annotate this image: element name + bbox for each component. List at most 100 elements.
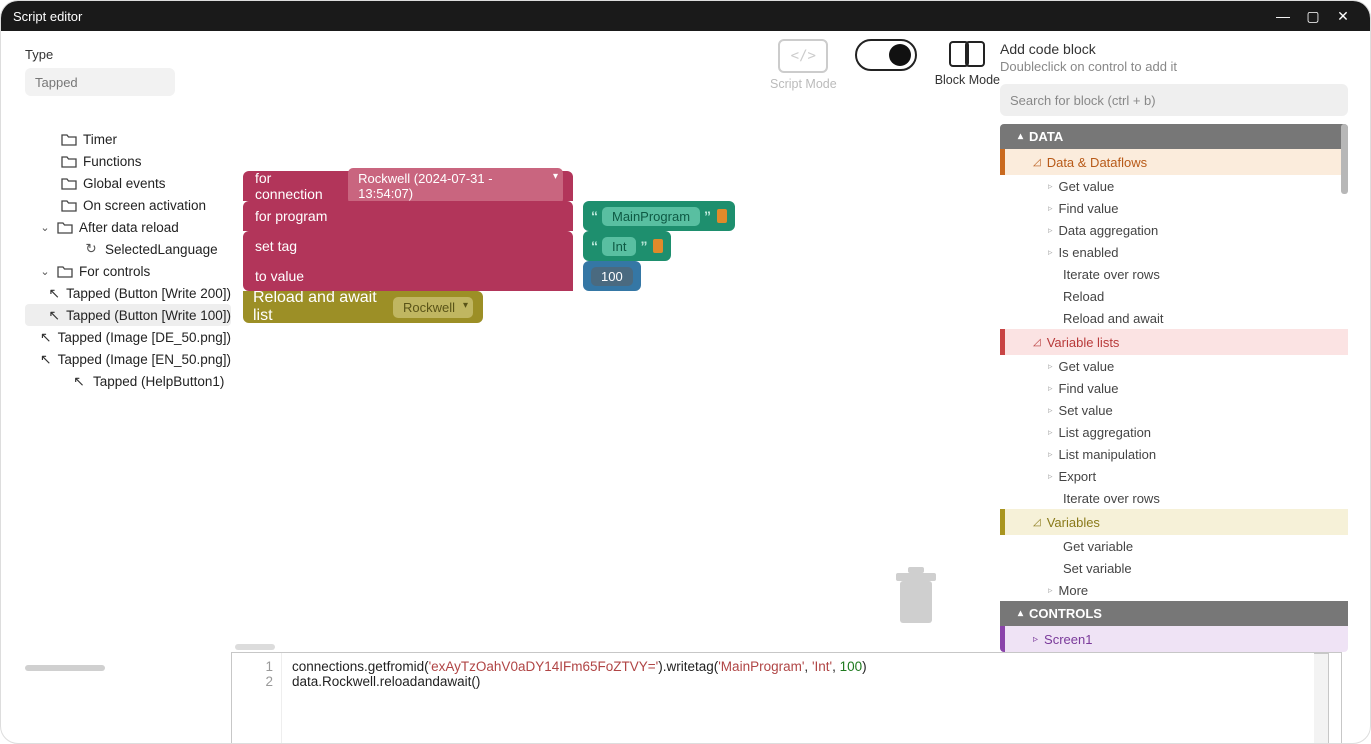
- sub-label: Screen1: [1044, 632, 1092, 647]
- leaf-is-enabled[interactable]: ▹Is enabled: [1000, 241, 1348, 263]
- leaf-find-value[interactable]: ▹Find value: [1000, 197, 1348, 219]
- sub-label: Variable lists: [1047, 335, 1120, 350]
- connector-nub: [653, 239, 663, 253]
- leaf-get-value[interactable]: ▹Get value: [1000, 175, 1348, 197]
- tri-icon: ▹: [1048, 203, 1053, 214]
- tree-hscroll[interactable]: [25, 665, 215, 671]
- quote-icon: “: [591, 208, 598, 224]
- block-palette-panel: Add code block Doubleclick on control to…: [1000, 31, 1370, 652]
- tree-selected-language[interactable]: ↻SelectedLanguage: [25, 238, 231, 260]
- type-input[interactable]: [25, 68, 175, 96]
- cursor-icon: ↖: [40, 351, 52, 368]
- block-label: Reload and await list: [253, 289, 385, 325]
- program-value[interactable]: MainProgram: [602, 207, 700, 226]
- triangle-icon: ◿: [1033, 337, 1041, 348]
- code-editor[interactable]: 12 connections.getfromid('exAyTzOahV0aDY…: [231, 652, 1342, 744]
- folder-icon: [57, 220, 73, 234]
- leaf-data-aggregation[interactable]: ▹Data aggregation: [1000, 219, 1348, 241]
- tri-icon: ▹: [1048, 449, 1053, 460]
- tree-item-label: On screen activation: [83, 198, 206, 213]
- block-for-connection[interactable]: for connection Rockwell (2024-07-31 - 13…: [243, 171, 573, 201]
- palette-scrollbar[interactable]: [1341, 124, 1348, 194]
- palette-list[interactable]: ▴DATA ◿Data & Dataflows ▹Get value ▹Find…: [1000, 124, 1348, 652]
- block-reload-await[interactable]: Reload and await list Rockwell: [243, 291, 483, 323]
- block-label: set tag: [255, 238, 297, 254]
- leaf-reload-await[interactable]: Reload and await: [1000, 307, 1348, 329]
- category-data[interactable]: ▴DATA: [1000, 124, 1348, 149]
- tree-for-controls[interactable]: ⌄For controls: [25, 260, 231, 282]
- number-value-block[interactable]: 100: [583, 261, 641, 291]
- palette-title: Add code block: [1000, 41, 1348, 57]
- tri-icon: ▹: [1048, 471, 1053, 482]
- connector-nub: [717, 209, 727, 223]
- tag-value[interactable]: Int: [602, 237, 636, 256]
- cursor-icon: ↖: [40, 329, 52, 346]
- mode-toggle[interactable]: [855, 39, 917, 71]
- tree-item-label: Functions: [83, 154, 142, 169]
- reload-target-dropdown[interactable]: Rockwell: [393, 297, 473, 318]
- block-set-tag[interactable]: set tag “ Int ”: [243, 231, 573, 261]
- block-mode-label: Block Mode: [935, 73, 1000, 87]
- leaf-vl-set[interactable]: ▹Set value: [1000, 399, 1348, 421]
- reload-icon: ↻: [83, 241, 99, 257]
- category-controls[interactable]: ▴CONTROLS: [1000, 601, 1348, 626]
- sub-data-dataflows[interactable]: ◿Data & Dataflows: [1000, 149, 1348, 175]
- leaf-reload[interactable]: Reload: [1000, 285, 1348, 307]
- block-for-program[interactable]: for program “ MainProgram ”: [243, 201, 573, 231]
- folder-icon: [61, 176, 77, 190]
- tree-after-data-reload[interactable]: ⌄After data reload: [25, 216, 231, 238]
- tree-item-label: Tapped (Button [Write 200]): [66, 286, 231, 301]
- cursor-icon: ↖: [48, 307, 60, 324]
- leaf-var-more[interactable]: ▹More: [1000, 579, 1348, 601]
- leaf-vl-export[interactable]: ▹Export: [1000, 465, 1348, 487]
- connection-dropdown[interactable]: Rockwell (2024-07-31 - 13:54:07): [348, 168, 563, 204]
- block-stack[interactable]: for connection Rockwell (2024-07-31 - 13…: [243, 171, 573, 323]
- leaf-var-set[interactable]: Set variable: [1000, 557, 1348, 579]
- minimize-button[interactable]: —: [1268, 8, 1298, 24]
- left-panel: Type Timer Functions Global events On sc…: [1, 31, 231, 652]
- leaf-var-get[interactable]: Get variable: [1000, 535, 1348, 557]
- titlebar: Script editor — ▢ ✕: [1, 1, 1370, 31]
- triangle-up-icon: ▴: [1018, 608, 1023, 619]
- number-value[interactable]: 100: [591, 267, 633, 286]
- resize-handle[interactable]: [235, 644, 275, 650]
- block-search-input[interactable]: Search for block (ctrl + b): [1000, 84, 1348, 116]
- close-window-button[interactable]: ✕: [1328, 8, 1358, 25]
- tree-tapped-de50[interactable]: ↖ Tapped (Image [DE_50.png]): [25, 326, 231, 348]
- sub-variables[interactable]: ◿Variables: [1000, 509, 1348, 535]
- tri-icon: ▹: [1048, 361, 1053, 372]
- tree-item-label: Tapped (Image [DE_50.png]): [58, 330, 231, 345]
- leaf-vl-iter[interactable]: Iterate over rows: [1000, 487, 1348, 509]
- tri-icon: ▹: [1048, 383, 1053, 394]
- block-label: for connection: [255, 170, 340, 202]
- tree-tapped-help[interactable]: ↖Tapped (HelpButton1): [25, 370, 231, 392]
- tree-tapped-write100[interactable]: ↖Tapped (Button [Write 100]): [25, 304, 231, 326]
- leaf-vl-get[interactable]: ▹Get value: [1000, 355, 1348, 377]
- folder-icon: [61, 154, 77, 168]
- maximize-button[interactable]: ▢: [1298, 8, 1328, 25]
- code-vscroll[interactable]: [1314, 653, 1329, 744]
- leaf-vl-listmanip[interactable]: ▹List manipulation: [1000, 443, 1348, 465]
- trash-icon[interactable]: [892, 567, 940, 632]
- search-placeholder: Search for block (ctrl + b): [1010, 93, 1156, 108]
- leaf-vl-find[interactable]: ▹Find value: [1000, 377, 1348, 399]
- leaf-vl-listagg[interactable]: ▹List aggregation: [1000, 421, 1348, 443]
- tree-tapped-write200[interactable]: ↖Tapped (Button [Write 200]): [25, 282, 231, 304]
- program-value-block[interactable]: “ MainProgram ”: [583, 201, 735, 231]
- leaf-iterate-rows[interactable]: Iterate over rows: [1000, 263, 1348, 285]
- tree-on-screen-activation[interactable]: On screen activation: [25, 194, 231, 216]
- folder-icon: [57, 264, 73, 278]
- sub-variable-lists[interactable]: ◿ Variable lists: [1000, 329, 1348, 355]
- tree-timer[interactable]: Timer: [25, 128, 231, 150]
- block-canvas[interactable]: </> Script Mode Block Mode for connectio…: [231, 31, 1000, 652]
- sub-screen1[interactable]: ▹Screen1: [1000, 626, 1348, 652]
- tree-global-events[interactable]: Global events: [25, 172, 231, 194]
- puzzle-icon: [946, 39, 988, 69]
- block-to-value[interactable]: to value 100: [243, 261, 573, 291]
- tree-item-label: Tapped (Image [EN_50.png]): [58, 352, 231, 367]
- tri-icon: ▹: [1048, 247, 1053, 258]
- tree-functions[interactable]: Functions: [25, 150, 231, 172]
- script-mode-cell: </> Script Mode: [770, 39, 837, 91]
- tag-value-block[interactable]: “ Int ”: [583, 231, 671, 261]
- tree-tapped-en50[interactable]: ↖ Tapped (Image [EN_50.png]): [25, 348, 231, 370]
